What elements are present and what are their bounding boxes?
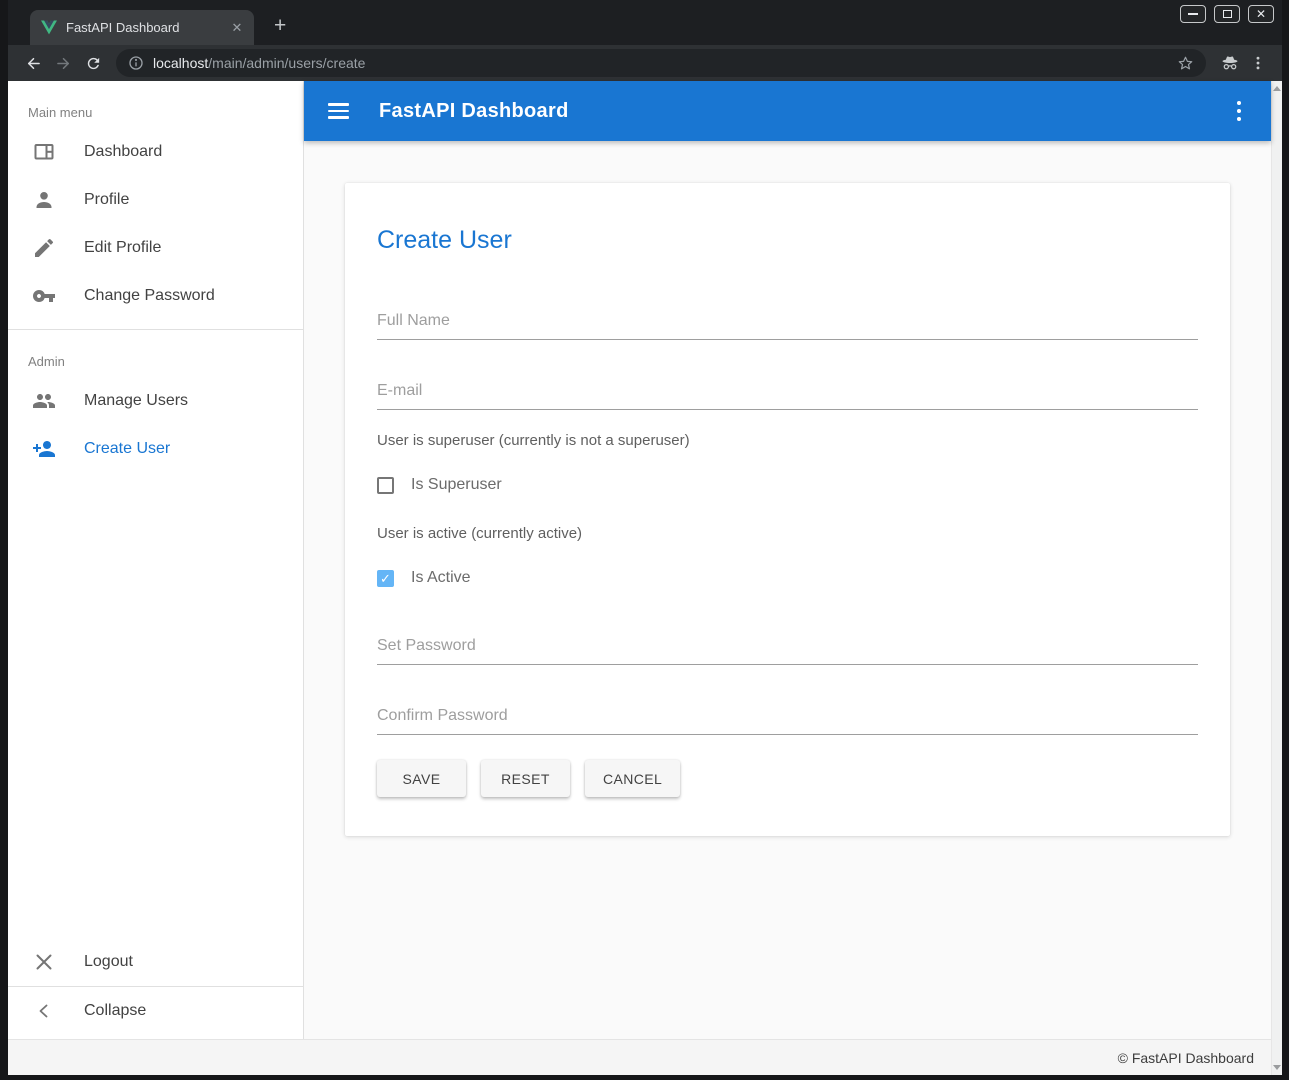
scrollbar-down-arrow-icon[interactable] xyxy=(1273,1065,1281,1070)
page-title: Create User xyxy=(377,226,1198,255)
people-icon xyxy=(32,389,56,413)
is-active-label: Is Active xyxy=(411,569,471,587)
url-text: localhost/main/admin/users/create xyxy=(153,55,365,71)
tab-title: FastAPI Dashboard xyxy=(66,20,228,35)
person-add-icon xyxy=(32,437,56,461)
full-name-label: Full Name xyxy=(377,312,450,329)
window-controls: ✕ xyxy=(1180,5,1274,23)
full-name-field[interactable]: Full Name xyxy=(377,312,1198,340)
is-active-checkbox[interactable]: ✓ xyxy=(377,570,394,587)
is-superuser-row[interactable]: ✓ Is Superuser xyxy=(377,476,1198,494)
chevron-left-icon xyxy=(32,999,56,1023)
create-user-card: Create User Full Name E-mail User is sup… xyxy=(345,183,1230,836)
page-footer: © FastAPI Dashboard xyxy=(8,1039,1271,1075)
incognito-profile-icon[interactable] xyxy=(1216,49,1244,77)
active-hint: User is active (currently active) xyxy=(377,525,1198,542)
confirm-password-label: Confirm Password xyxy=(377,707,508,724)
sidebar-item-dashboard[interactable]: Dashboard xyxy=(8,128,303,176)
is-superuser-checkbox[interactable]: ✓ xyxy=(377,477,394,494)
app-bar-title: FastAPI Dashboard xyxy=(379,100,569,123)
save-button[interactable]: SAVE xyxy=(377,760,466,797)
form-actions: SAVE RESET CANCEL xyxy=(377,760,1198,797)
sidebar-item-create-user[interactable]: Create User xyxy=(8,425,303,473)
sidebar-item-label: Dashboard xyxy=(84,143,162,161)
browser-menu-kebab-icon[interactable] xyxy=(1244,49,1272,77)
key-icon xyxy=(32,284,56,308)
is-superuser-label: Is Superuser xyxy=(411,476,502,494)
page-content: Create User Full Name E-mail User is sup… xyxy=(304,141,1271,1039)
sidebar-item-label: Edit Profile xyxy=(84,239,161,257)
browser-tab[interactable]: FastAPI Dashboard ✕ xyxy=(30,10,254,45)
scrollbar-up-arrow-icon[interactable] xyxy=(1273,86,1281,91)
vue-favicon-icon xyxy=(41,20,57,35)
sidebar-item-label: Profile xyxy=(84,191,129,209)
dashboard-icon xyxy=(32,140,56,164)
person-icon xyxy=(32,188,56,212)
url-host: localhost xyxy=(153,55,208,71)
browser-titlebar: FastAPI Dashboard ✕ + ✕ xyxy=(8,0,1282,45)
sidebar-item-change-password[interactable]: Change Password xyxy=(8,272,303,320)
back-button[interactable] xyxy=(18,48,48,78)
reset-button[interactable]: RESET xyxy=(481,760,570,797)
is-active-row[interactable]: ✓ Is Active xyxy=(377,569,1198,587)
hamburger-menu-icon[interactable] xyxy=(328,99,352,123)
forward-button[interactable] xyxy=(48,48,78,78)
sidebar-item-label: Create User xyxy=(84,440,170,458)
main-area: FastAPI Dashboard Create User Full Name … xyxy=(304,81,1271,1039)
sidebar-item-edit-profile[interactable]: Edit Profile xyxy=(8,224,303,272)
site-info-icon[interactable] xyxy=(128,55,144,71)
address-bar[interactable]: localhost/main/admin/users/create xyxy=(116,49,1206,77)
email-field[interactable]: E-mail xyxy=(377,382,1198,410)
sidebar-item-manage-users[interactable]: Manage Users xyxy=(8,377,303,425)
confirm-password-field[interactable]: Confirm Password xyxy=(377,707,1198,735)
set-password-label: Set Password xyxy=(377,637,476,654)
browser-toolbar: localhost/main/admin/users/create xyxy=(8,45,1282,81)
browser-window: FastAPI Dashboard ✕ + ✕ localhost/main/a… xyxy=(0,0,1289,1080)
sidebar-item-label: Change Password xyxy=(84,287,215,305)
set-password-field[interactable]: Set Password xyxy=(377,637,1198,665)
sidebar-section-admin: Admin xyxy=(8,330,303,377)
window-close-button[interactable]: ✕ xyxy=(1248,5,1274,23)
sidebar-item-label: Manage Users xyxy=(84,392,188,410)
bookmark-star-icon[interactable] xyxy=(1177,55,1194,72)
close-icon xyxy=(32,950,56,974)
email-label: E-mail xyxy=(377,382,422,399)
sidebar-bottom: Logout Collapse xyxy=(8,938,303,1039)
reload-button[interactable] xyxy=(78,48,108,78)
window-maximize-button[interactable] xyxy=(1214,5,1240,23)
sidebar-item-profile[interactable]: Profile xyxy=(8,176,303,224)
sidebar-item-label: Collapse xyxy=(84,1002,146,1020)
sidebar-item-collapse[interactable]: Collapse xyxy=(8,987,303,1035)
sidebar: Main menu Dashboard Profile xyxy=(8,81,304,1039)
tab-close-icon[interactable]: ✕ xyxy=(228,19,246,37)
footer-copyright: © FastAPI Dashboard xyxy=(1118,1050,1254,1066)
app-bar: FastAPI Dashboard xyxy=(304,81,1271,141)
superuser-hint: User is superuser (currently is not a su… xyxy=(377,432,1198,449)
sidebar-section-main-menu: Main menu xyxy=(8,81,303,128)
new-tab-button[interactable]: + xyxy=(274,16,286,36)
vertical-scrollbar[interactable] xyxy=(1271,81,1282,1075)
page-viewport: Main menu Dashboard Profile xyxy=(8,81,1282,1075)
window-minimize-button[interactable] xyxy=(1180,5,1206,23)
app-bar-kebab-icon[interactable] xyxy=(1227,99,1251,123)
cancel-button[interactable]: CANCEL xyxy=(585,760,680,797)
url-path: /main/admin/users/create xyxy=(208,55,365,71)
sidebar-item-logout[interactable]: Logout xyxy=(8,938,303,986)
sidebar-item-label: Logout xyxy=(84,953,133,971)
pencil-icon xyxy=(32,236,56,260)
